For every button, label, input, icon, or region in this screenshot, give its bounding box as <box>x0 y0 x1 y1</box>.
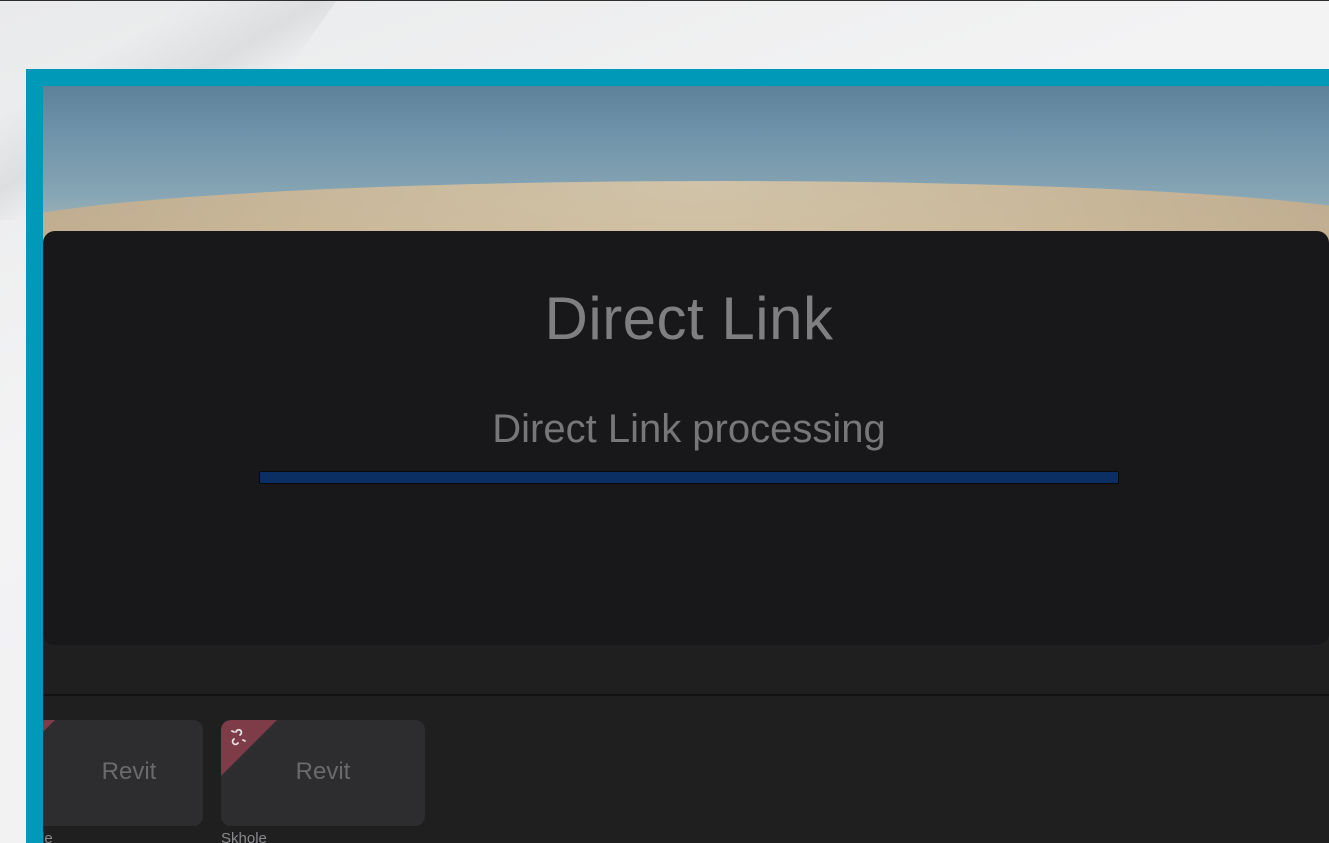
dialog-status-text: Direct Link processing <box>492 407 886 451</box>
project-tile[interactable]: Revit <box>221 720 425 826</box>
progress-bar <box>259 471 1119 484</box>
dialog-title: Direct Link <box>544 285 834 352</box>
app-window: Direct Link Direct Link processing Revit… <box>43 86 1329 843</box>
content-divider <box>43 694 1329 696</box>
unlink-icon <box>231 728 246 746</box>
app-frame: Direct Link Direct Link processing Revit… <box>26 69 1329 843</box>
tile-label: Revit <box>295 758 351 785</box>
tile-caption: Skhole <box>221 830 267 843</box>
tile-caption: le <box>43 830 53 843</box>
direct-link-dialog: Direct Link Direct Link processing <box>43 231 1329 645</box>
tile-label: Revit <box>101 758 157 785</box>
top-divider <box>0 0 1329 1</box>
project-tile[interactable]: Revit <box>43 720 203 826</box>
progress-bar-fill <box>260 472 1118 483</box>
